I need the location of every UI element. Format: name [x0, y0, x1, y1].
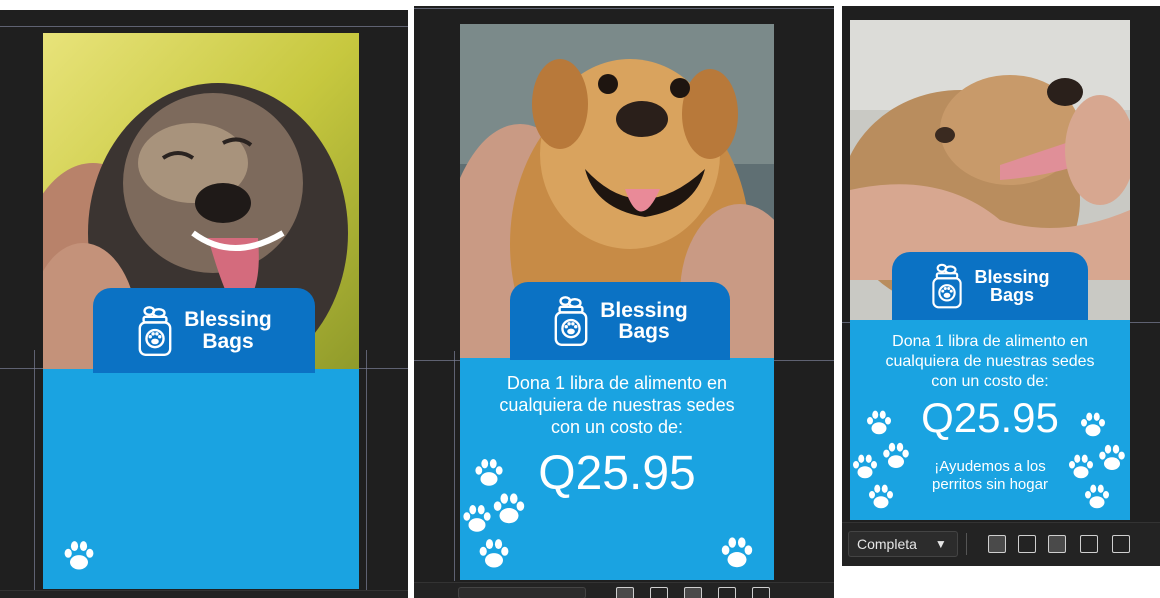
paw-icon — [1096, 442, 1128, 474]
donation-line2: cualquiera de nuestras sedes — [885, 353, 1095, 370]
brand-line2: Bags — [202, 329, 254, 353]
donation-line1: Dona 1 libra de alimento en — [892, 333, 1088, 350]
brand-tab: Blessing Bags — [93, 288, 315, 373]
artboard-story[interactable]: Blessing Bags Dona 1 libra de alimento e… — [460, 24, 774, 580]
paw-icon — [718, 534, 756, 572]
toolbar — [0, 590, 408, 598]
brand-tab: Blessing Bags — [510, 282, 730, 360]
editor-panel-1: Blessing Bags — [0, 10, 408, 598]
safe-margins-icon[interactable] — [1080, 535, 1098, 553]
toolbar: Completa ▼ — [842, 522, 1160, 566]
artboard-story[interactable]: Blessing Bags — [43, 33, 359, 589]
artboard-story[interactable]: Blessing Bags Dona 1 libra de alimento e… — [850, 20, 1130, 520]
mask-icon[interactable] — [684, 587, 702, 598]
fast-preview-icon[interactable] — [988, 535, 1006, 553]
donation-text: Dona 1 libra de alimento en cualquiera d… — [850, 332, 1130, 392]
brand-name: Blessing Bags — [184, 309, 272, 352]
guides-icon[interactable] — [752, 587, 770, 598]
view-mode-select[interactable] — [458, 587, 586, 598]
guide-line — [34, 350, 35, 590]
paw-icon — [866, 482, 896, 512]
safe-margins-icon[interactable] — [718, 587, 736, 598]
brand-line1: Blessing — [184, 308, 272, 332]
chevron-down-icon: ▼ — [934, 537, 947, 551]
paw-icon — [880, 440, 912, 472]
paw-icon — [490, 490, 528, 528]
paw-icon — [850, 452, 880, 482]
jar-icon — [930, 263, 964, 309]
paw-icon — [61, 538, 97, 574]
view-mode-label: Completa — [857, 536, 917, 552]
toolbar — [414, 582, 834, 598]
view-mode-select[interactable]: Completa ▼ — [848, 531, 958, 557]
paw-icon — [472, 456, 506, 490]
paw-icon — [1082, 482, 1112, 512]
brand-line1: Blessing — [974, 266, 1050, 287]
jar-icon — [136, 305, 174, 357]
mask-icon[interactable] — [1048, 535, 1066, 553]
guide-line — [0, 26, 408, 27]
donation-text: Dona 1 libra de alimento en cualquiera d… — [460, 372, 774, 438]
jar-icon — [552, 295, 590, 347]
guide-line — [454, 351, 455, 581]
transparency-grid-icon[interactable] — [1018, 535, 1036, 553]
paw-icon — [476, 536, 512, 572]
donation-line3: con un costo de: — [931, 373, 1049, 390]
brand-line1: Blessing — [600, 298, 688, 322]
editor-panel-2: Blessing Bags Dona 1 libra de alimento e… — [414, 6, 834, 598]
donation-line2: cualquiera de nuestras sedes — [499, 395, 735, 415]
fast-preview-icon[interactable] — [616, 587, 634, 598]
guide-line — [366, 350, 367, 590]
donation-line1: Dona 1 libra de alimento en — [506, 373, 728, 393]
brand-name: Blessing Bags — [974, 266, 1050, 305]
editor-panel-3: Blessing Bags Dona 1 libra de alimento e… — [842, 6, 1160, 566]
transparency-grid-icon[interactable] — [650, 587, 668, 598]
guide-line — [414, 8, 834, 9]
separator — [966, 533, 967, 555]
brand-line2: Bags — [989, 285, 1034, 305]
brand-name: Blessing Bags — [600, 298, 688, 343]
paw-icon — [1078, 410, 1108, 440]
paw-icon — [864, 408, 894, 438]
brand-line2: Bags — [618, 320, 670, 343]
brand-tab: Blessing Bags — [892, 252, 1088, 320]
guides-icon[interactable] — [1112, 535, 1130, 553]
donation-line3: con un costo de: — [550, 417, 684, 437]
paw-icon — [460, 502, 494, 536]
paw-icon — [1066, 452, 1096, 482]
